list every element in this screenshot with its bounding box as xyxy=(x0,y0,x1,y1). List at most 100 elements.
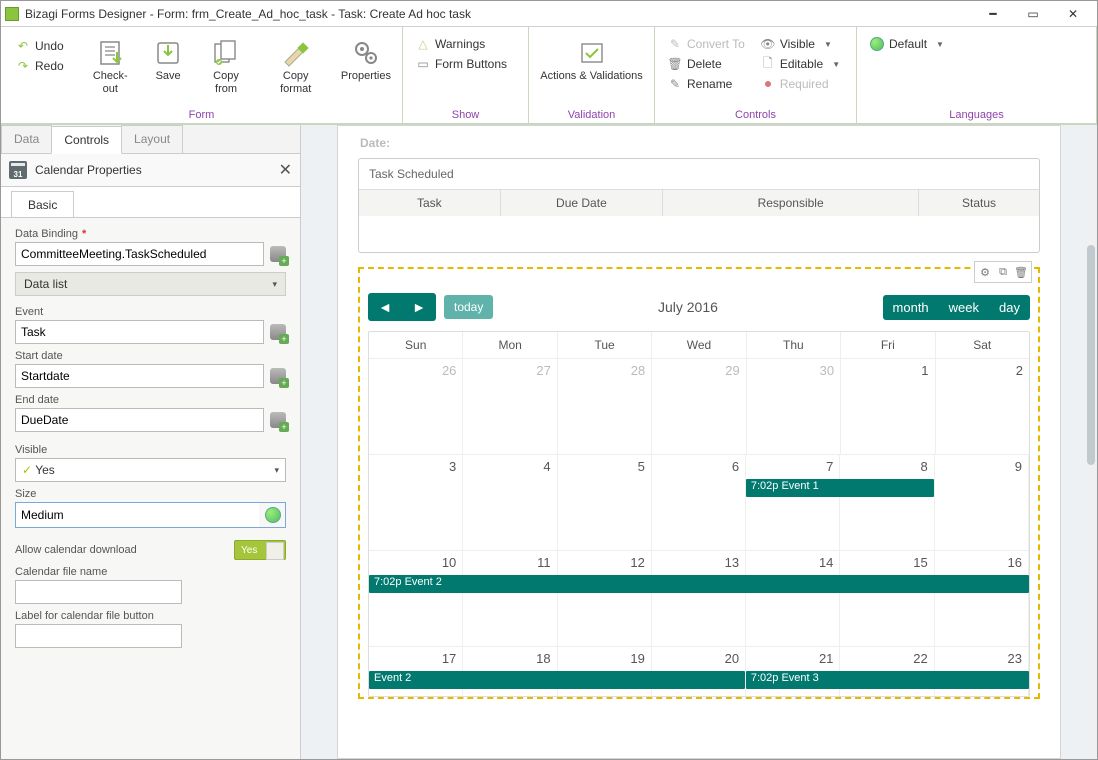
dow-tue: Tue xyxy=(558,332,652,358)
titlebar: Bizagi Forms Designer - Form: frm_Create… xyxy=(1,1,1097,27)
event-1[interactable]: 7:02p Event 1 xyxy=(746,479,934,497)
copy-from-icon xyxy=(211,38,241,68)
next-button[interactable]: ► xyxy=(402,293,436,321)
scrollbar-thumb[interactable] xyxy=(1087,245,1095,465)
tab-basic[interactable]: Basic xyxy=(11,191,74,218)
day-cell[interactable]: 2 xyxy=(936,359,1029,454)
form-buttons-button[interactable]: ▭ Form Buttons xyxy=(411,55,520,73)
day-cell[interactable]: 4 xyxy=(463,455,557,550)
checkout-button[interactable]: Check-out xyxy=(83,31,138,100)
dow-fri: Fri xyxy=(841,332,935,358)
save-button[interactable]: Save xyxy=(148,31,189,88)
col-due-date: Due Date xyxy=(501,190,663,216)
day-cell[interactable]: 11 xyxy=(463,551,557,646)
checkout-icon xyxy=(95,38,125,68)
label-allow-download: Allow calendar download xyxy=(15,544,137,556)
select-visible[interactable]: ✓ Yes ▾ xyxy=(15,458,286,482)
control-settings-icon[interactable]: ⚙ xyxy=(977,264,993,280)
db-picker-icon[interactable] xyxy=(270,324,286,340)
convert-to-button[interactable]: ✎ Convert To xyxy=(663,35,750,53)
day-cell[interactable]: 12 xyxy=(558,551,652,646)
db-picker-icon[interactable] xyxy=(270,246,286,262)
field-date-placeholder[interactable]: Date: xyxy=(358,136,1040,158)
close-button[interactable]: ✕ xyxy=(1053,1,1093,26)
globe-icon[interactable] xyxy=(265,507,281,523)
group-label-validation: Validation xyxy=(537,107,646,121)
control-delete-icon[interactable]: 🗑 xyxy=(1013,264,1029,280)
db-picker-icon[interactable] xyxy=(270,412,286,428)
group-label-form: Form xyxy=(9,107,394,121)
db-picker-icon[interactable] xyxy=(270,368,286,384)
table-caption: Task Scheduled xyxy=(359,159,1039,190)
redo-button[interactable]: ↷ Redo xyxy=(11,57,69,75)
input-start-date[interactable] xyxy=(15,364,264,388)
undo-button[interactable]: ↶ Undo xyxy=(11,37,69,55)
visible-button[interactable]: 👁 Visible▼ xyxy=(756,35,845,53)
input-end-date[interactable] xyxy=(15,408,264,432)
properties-button[interactable]: Properties xyxy=(338,31,394,88)
day-cell[interactable]: 30 xyxy=(747,359,841,454)
input-size[interactable] xyxy=(16,503,259,527)
input-event[interactable] xyxy=(15,320,264,344)
view-month[interactable]: month xyxy=(883,295,939,320)
day-cell[interactable]: 5 xyxy=(558,455,652,550)
day-cell[interactable]: 7 xyxy=(746,455,840,550)
editable-button[interactable]: 🗋 Editable▼ xyxy=(756,55,845,73)
rename-button[interactable]: ✎ Rename xyxy=(663,75,750,93)
maximize-button[interactable]: ▭ xyxy=(1013,1,1053,26)
day-cell[interactable]: 28 xyxy=(558,359,652,454)
copy-format-button[interactable]: Copy format xyxy=(264,31,328,100)
form-canvas[interactable]: Date: Task Scheduled Task Due Date Respo… xyxy=(337,125,1061,759)
input-cal-file-button[interactable] xyxy=(15,624,182,648)
ribbon: ↶ Undo ↷ Redo Check-out Save xyxy=(1,27,1097,125)
calendar-icon: 31 xyxy=(9,161,27,179)
today-button[interactable]: today xyxy=(444,295,493,319)
redo-icon: ↷ xyxy=(16,59,30,73)
day-cell[interactable]: 16 xyxy=(935,551,1029,646)
day-cell[interactable]: 8 xyxy=(840,455,934,550)
day-cell[interactable]: 27 xyxy=(463,359,557,454)
warnings-button[interactable]: △ Warnings xyxy=(411,35,520,53)
view-week[interactable]: week xyxy=(939,295,989,320)
minimize-button[interactable]: ━ xyxy=(973,1,1013,26)
actions-validations-button[interactable]: Actions & Validations xyxy=(537,31,646,88)
day-cell[interactable]: 3 xyxy=(369,455,463,550)
view-day[interactable]: day xyxy=(989,295,1030,320)
day-cell[interactable]: 13 xyxy=(652,551,746,646)
label-size: Size xyxy=(15,488,286,500)
day-cell[interactable]: 29 xyxy=(652,359,746,454)
label-event: Event xyxy=(15,306,286,318)
dow-mon: Mon xyxy=(463,332,557,358)
language-default-button[interactable]: Default▼ xyxy=(865,35,949,53)
copy-from-button[interactable]: Copy from xyxy=(198,31,253,100)
calendar-grid: Sun Mon Tue Wed Thu Fri Sat 26 27 28 xyxy=(368,331,1030,697)
data-list-expander[interactable]: Data list▾ xyxy=(15,272,286,296)
event-3[interactable]: 7:02p Event 3 xyxy=(746,671,1029,689)
col-status: Status xyxy=(919,190,1039,216)
tab-controls[interactable]: Controls xyxy=(51,126,122,154)
day-cell[interactable]: 26 xyxy=(369,359,463,454)
task-scheduled-table[interactable]: Task Scheduled Task Due Date Responsible… xyxy=(358,158,1040,253)
event-2[interactable]: 7:02p Event 2 xyxy=(369,575,1029,593)
event-2-cont[interactable]: Event 2 xyxy=(369,671,745,689)
day-cell[interactable]: 1 xyxy=(841,359,935,454)
tab-layout[interactable]: Layout xyxy=(121,125,183,153)
toggle-allow-download[interactable]: Yes xyxy=(234,540,286,560)
calendar-control[interactable]: ⚙ ⧉ 🗑 ◄ ► today July 2016 month we xyxy=(358,267,1040,699)
day-cell[interactable]: 6 xyxy=(652,455,746,550)
prev-button[interactable]: ◄ xyxy=(368,293,402,321)
day-cell[interactable]: 15 xyxy=(840,551,934,646)
design-canvas-area: Date: Task Scheduled Task Due Date Respo… xyxy=(301,125,1097,759)
day-cell[interactable]: 14 xyxy=(746,551,840,646)
panel-close-button[interactable]: ✕ xyxy=(279,160,292,180)
tab-data[interactable]: Data xyxy=(1,125,52,153)
day-cell[interactable]: 10 xyxy=(369,551,463,646)
required-button[interactable]: Required xyxy=(756,75,845,93)
label-cal-file-name: Calendar file name xyxy=(15,566,286,578)
day-cell[interactable]: 9 xyxy=(935,455,1029,550)
input-cal-file-name[interactable] xyxy=(15,580,182,604)
delete-button[interactable]: 🗑 Delete xyxy=(663,55,750,73)
input-data-binding[interactable] xyxy=(15,242,264,266)
label-cal-file-button: Label for calendar file button xyxy=(15,610,286,622)
control-copy-icon[interactable]: ⧉ xyxy=(995,264,1011,280)
